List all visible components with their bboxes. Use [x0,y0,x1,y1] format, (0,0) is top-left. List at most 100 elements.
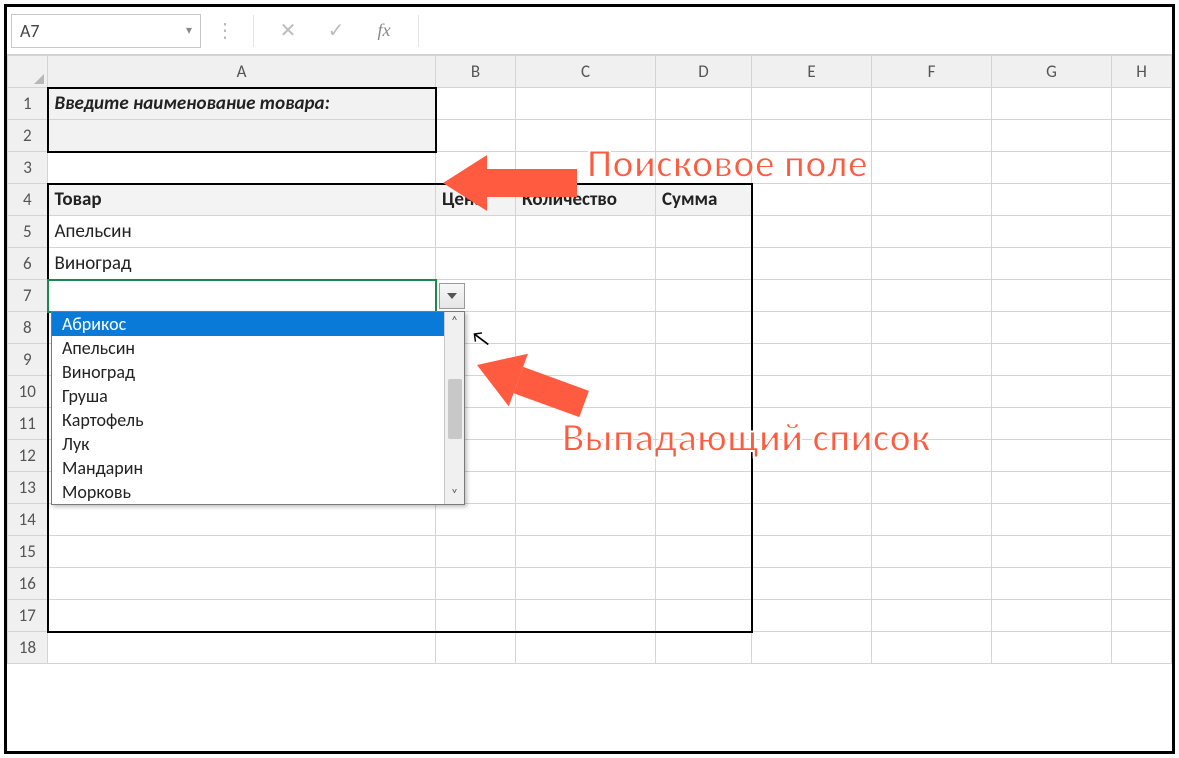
cell-G16[interactable] [992,568,1112,600]
cell-C13[interactable] [516,472,656,504]
cell-F2[interactable] [872,120,992,152]
cell-A2[interactable] [48,120,436,152]
cell-C16[interactable] [516,568,656,600]
cell-H1[interactable] [1112,88,1172,120]
cell-E13[interactable] [752,472,872,504]
cell-A1[interactable]: Введите наименование товара: [48,88,436,120]
cell-H3[interactable] [1112,152,1172,184]
cell-G9[interactable] [992,344,1112,376]
cell-F17[interactable] [872,600,992,632]
cell-F8[interactable] [872,312,992,344]
cell-D7[interactable] [656,280,752,312]
cell-F14[interactable] [872,504,992,536]
row-header-6[interactable]: 6 [8,248,48,280]
cell-B2[interactable] [436,120,516,152]
cell-H14[interactable] [1112,504,1172,536]
cell-H2[interactable] [1112,120,1172,152]
cell-C17[interactable] [516,600,656,632]
cell-F1[interactable] [872,88,992,120]
fx-button[interactable]: fx [364,14,404,48]
col-header-C[interactable]: C [516,56,656,88]
dropdown-item[interactable]: Груша [52,384,464,408]
cell-H13[interactable] [1112,472,1172,504]
cell-H16[interactable] [1112,568,1172,600]
cell-A18[interactable] [48,632,436,664]
cell-E9[interactable] [752,344,872,376]
cell-H15[interactable] [1112,536,1172,568]
cell-E6[interactable] [752,248,872,280]
cell-E14[interactable] [752,504,872,536]
cell-G8[interactable] [992,312,1112,344]
cell-E1[interactable] [752,88,872,120]
col-header-G[interactable]: G [992,56,1112,88]
cell-G7[interactable] [992,280,1112,312]
cell-B14[interactable] [436,504,516,536]
cell-F4[interactable] [872,184,992,216]
cell-G15[interactable] [992,536,1112,568]
cell-F9[interactable] [872,344,992,376]
row-header-10[interactable]: 10 [8,376,48,408]
cell-F13[interactable] [872,472,992,504]
cell-G10[interactable] [992,376,1112,408]
cell-G6[interactable] [992,248,1112,280]
cell-G13[interactable] [992,472,1112,504]
dropdown-item[interactable]: Абрикос [52,312,464,336]
cell-H6[interactable] [1112,248,1172,280]
cell-D17[interactable] [656,600,752,632]
cell-B15[interactable] [436,536,516,568]
col-header-H[interactable]: H [1112,56,1172,88]
cell-B17[interactable] [436,600,516,632]
dropdown-item[interactable]: Картофель [52,408,464,432]
col-header-B[interactable]: B [436,56,516,88]
cell-D9[interactable] [656,344,752,376]
cell-F15[interactable] [872,536,992,568]
cell-E16[interactable] [752,568,872,600]
col-header-A[interactable]: A [48,56,436,88]
cell-F5[interactable] [872,216,992,248]
cell-C14[interactable] [516,504,656,536]
cell-G17[interactable] [992,600,1112,632]
cell-E8[interactable] [752,312,872,344]
cell-G3[interactable] [992,152,1112,184]
col-header-F[interactable]: F [872,56,992,88]
cell-C15[interactable] [516,536,656,568]
cell-G2[interactable] [992,120,1112,152]
cell-B18[interactable] [436,632,516,664]
cell-B16[interactable] [436,568,516,600]
cell-B1[interactable] [436,88,516,120]
cell-H7[interactable] [1112,280,1172,312]
confirm-button[interactable]: ✓ [316,14,356,48]
cell-G1[interactable] [992,88,1112,120]
row-header-9[interactable]: 9 [8,344,48,376]
cell-E10[interactable] [752,376,872,408]
cell-F16[interactable] [872,568,992,600]
cell-G18[interactable] [992,632,1112,664]
dropdown-item[interactable]: Виноград [52,360,464,384]
cell-C18[interactable] [516,632,656,664]
cell-G5[interactable] [992,216,1112,248]
cell-G14[interactable] [992,504,1112,536]
cell-A15[interactable] [48,536,436,568]
cell-D5[interactable] [656,216,752,248]
cell-C6[interactable] [516,248,656,280]
cell-H10[interactable] [1112,376,1172,408]
cell-C5[interactable] [516,216,656,248]
cell-D14[interactable] [656,504,752,536]
cell-A16[interactable] [48,568,436,600]
row-header-18[interactable]: 18 [8,632,48,664]
cell-D16[interactable] [656,568,752,600]
row-header-2[interactable]: 2 [8,120,48,152]
cell-H11[interactable] [1112,408,1172,440]
row-header-12[interactable]: 12 [8,440,48,472]
row-header-4[interactable]: 4 [8,184,48,216]
cell-E7[interactable] [752,280,872,312]
cell-E5[interactable] [752,216,872,248]
cell-H4[interactable] [1112,184,1172,216]
cell-D18[interactable] [656,632,752,664]
cell-D13[interactable] [656,472,752,504]
cell-G4[interactable] [992,184,1112,216]
cell-E17[interactable] [752,600,872,632]
row-header-7[interactable]: 7 [8,280,48,312]
cell-A4[interactable]: Товар [48,184,436,216]
dropdown-item[interactable]: Апельсин [52,336,464,360]
